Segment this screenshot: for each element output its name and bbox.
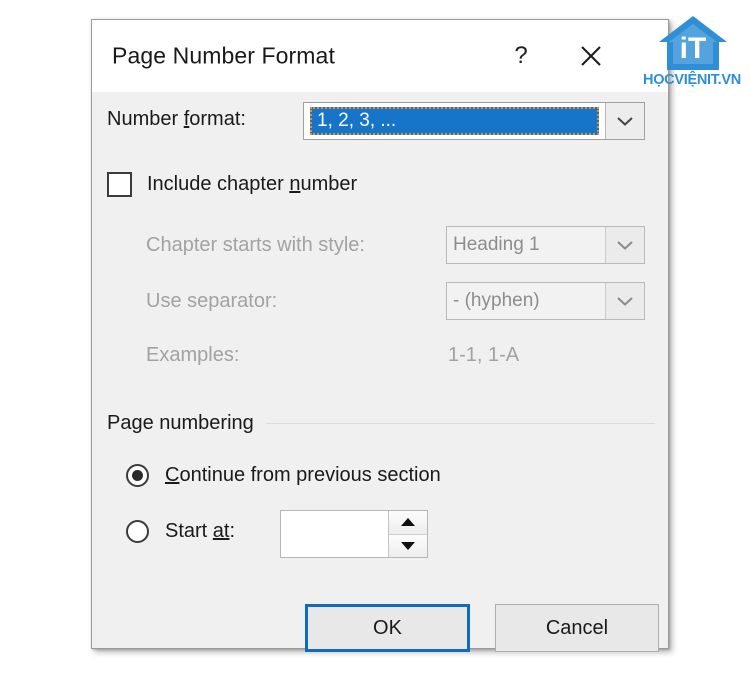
- start-at-label: Start at:: [165, 520, 236, 542]
- start-at-radio[interactable]: [126, 520, 149, 543]
- chapter-style-field: Heading 1: [447, 227, 605, 263]
- continue-from-previous-section-label: Continue from previous section: [165, 464, 441, 486]
- help-icon[interactable]: ?: [506, 41, 536, 71]
- separator-value: - (hyphen): [453, 290, 540, 311]
- chapter-style-value: Heading 1: [453, 234, 540, 255]
- page-numbering-group-label: Page numbering: [107, 412, 254, 434]
- dialog-title: Page Number Format: [112, 42, 335, 69]
- number-format-combobox[interactable]: 1, 2, 3, ...: [303, 102, 645, 140]
- svg-text:iT: iT: [680, 32, 707, 65]
- page-numbering-group-header: Page numbering: [107, 412, 655, 435]
- include-chapter-number-checkbox[interactable]: [107, 172, 132, 197]
- group-divider: [265, 423, 655, 424]
- include-chapter-number-row[interactable]: Include chapter number: [107, 172, 357, 197]
- start-at-stepper[interactable]: [280, 510, 428, 558]
- number-format-row: Number format:: [107, 108, 246, 131]
- chapter-style-row: Chapter starts with style:: [146, 234, 365, 257]
- continue-from-previous-section-option[interactable]: Continue from previous section: [126, 464, 441, 487]
- ok-button[interactable]: OK: [305, 604, 470, 652]
- continue-from-previous-section-radio[interactable]: [126, 464, 149, 487]
- examples-row: Examples:: [146, 344, 239, 367]
- separator-combobox: - (hyphen): [446, 282, 645, 320]
- chapter-style-label: Chapter starts with style:: [146, 234, 365, 256]
- separator-field: - (hyphen): [447, 283, 605, 319]
- dialog-titlebar: Page Number Format ?: [92, 20, 668, 92]
- separator-label: Use separator:: [146, 290, 278, 312]
- examples-value-row: 1-1, 1-A: [448, 344, 519, 367]
- chapter-style-combobox: Heading 1: [446, 226, 645, 264]
- page-number-format-dialog: Page Number Format ? Number format: 1, 2…: [91, 19, 669, 652]
- separator-row: Use separator:: [146, 290, 277, 313]
- screen-canvas: Page Number Format ? Number format: 1, 2…: [0, 0, 750, 673]
- number-format-field[interactable]: 1, 2, 3, ...: [304, 103, 605, 139]
- number-format-selected-item[interactable]: 1, 2, 3, ...: [310, 107, 599, 135]
- include-chapter-number-label: Include chapter number: [147, 173, 358, 195]
- triangle-up-icon[interactable]: [389, 511, 427, 534]
- start-at-option[interactable]: Start at:: [126, 520, 235, 543]
- chevron-down-icon: [605, 283, 644, 319]
- start-at-spinner-buttons[interactable]: [388, 511, 427, 557]
- chevron-down-icon: [605, 227, 644, 263]
- cancel-button[interactable]: Cancel: [495, 604, 659, 652]
- number-format-label: Number format:: [107, 108, 246, 130]
- triangle-down-icon[interactable]: [389, 533, 427, 557]
- dialog-body: Number format: 1, 2, 3, ... Include chap…: [92, 92, 668, 652]
- close-icon[interactable]: [574, 39, 608, 73]
- chevron-down-icon[interactable]: [605, 103, 644, 139]
- examples-label: Examples:: [146, 344, 240, 366]
- examples-value: 1-1, 1-A: [448, 344, 520, 366]
- number-format-value: 1, 2, 3, ...: [317, 110, 397, 131]
- start-at-input[interactable]: [281, 511, 388, 557]
